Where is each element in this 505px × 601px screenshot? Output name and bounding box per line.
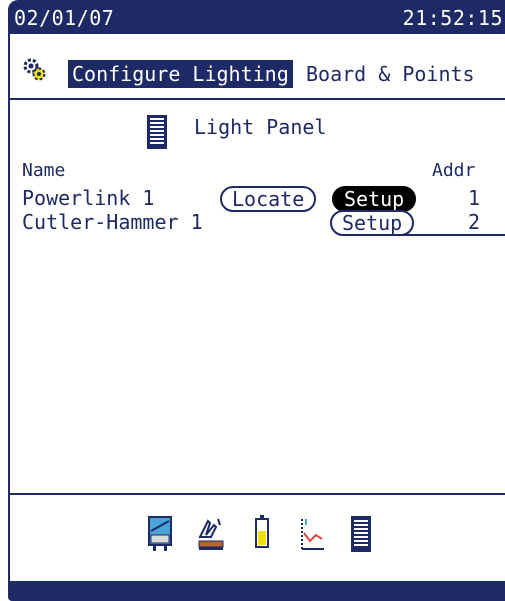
row-name: Powerlink 1	[22, 186, 155, 210]
door-panel-icon[interactable]	[146, 515, 176, 553]
battery-icon[interactable]	[246, 515, 276, 553]
addr-underline	[390, 234, 505, 236]
trend-graph-icon[interactable]	[296, 515, 326, 553]
toolbar	[146, 515, 376, 555]
tab-configure-lighting[interactable]: Configure Lighting	[68, 60, 293, 88]
column-header-name: Name	[22, 160, 66, 181]
status-bar: 02/01/07 21:52:15	[8, 0, 505, 34]
tab-board-points[interactable]: Board & Points	[306, 60, 475, 88]
table-row: Powerlink 1 Locate Setup 1	[22, 186, 505, 212]
header-divider	[10, 98, 505, 100]
status-date: 02/01/07	[14, 6, 115, 30]
table-row: Cutler-Hammer 1 Setup 2	[22, 210, 505, 236]
row-addr: 1	[467, 186, 481, 210]
status-time: 21:52:15	[402, 6, 503, 30]
row-name: Cutler-Hammer 1	[22, 210, 203, 234]
column-header-addr: Addr	[432, 160, 476, 181]
hand-lever-icon[interactable]	[196, 515, 226, 553]
setup-button[interactable]: Setup	[332, 186, 417, 212]
footer-divider	[10, 493, 505, 495]
panel-title: Light Panel	[194, 115, 327, 139]
locate-button[interactable]: Locate	[220, 186, 317, 212]
gear-icon	[23, 58, 46, 81]
light-panel-icon[interactable]	[346, 515, 376, 553]
setup-button[interactable]: Setup	[330, 210, 415, 236]
footer-bar	[8, 581, 505, 601]
light-panel-icon	[147, 115, 167, 149]
frame-left-edge	[8, 8, 10, 593]
title-bar: Configure Lighting Board & Points	[10, 52, 505, 92]
row-addr: 2	[467, 210, 481, 234]
